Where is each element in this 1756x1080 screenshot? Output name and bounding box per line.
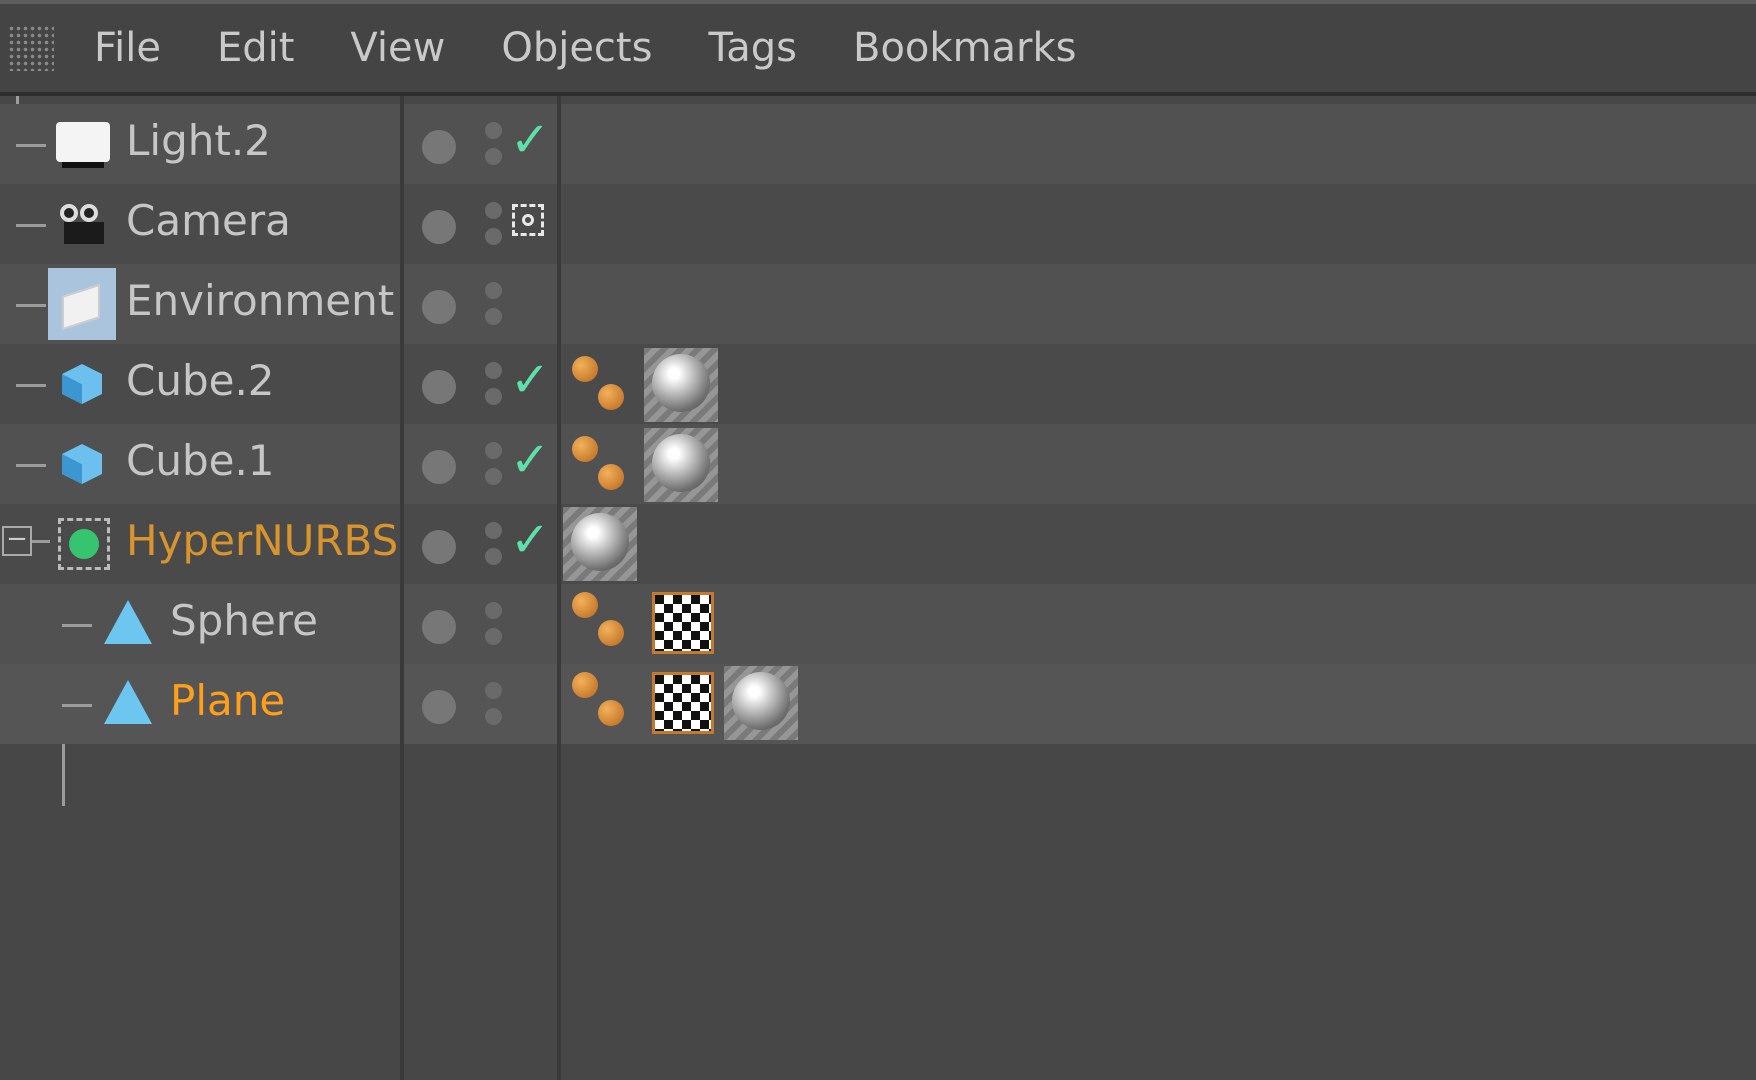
render-visibility-dot[interactable] [422,530,456,564]
object-name[interactable]: Sphere [170,596,318,645]
tree-branch [16,384,46,387]
tree-branch [16,224,46,227]
render-visibility-small-dot[interactable] [485,548,502,565]
phong-tag-icon[interactable] [572,356,628,416]
render-visibility-dot[interactable] [422,450,456,484]
render-visibility-dot[interactable] [422,130,456,164]
object-row-light[interactable]: Light.2 ✓ [0,104,1756,184]
editor-visibility-dot[interactable] [485,202,502,219]
enabled-check-icon[interactable]: ✓ [510,352,550,408]
render-visibility-small-dot[interactable] [485,628,502,645]
column-divider[interactable] [400,96,404,1080]
enabled-check-icon[interactable]: ✓ [510,112,550,168]
object-name[interactable]: HyperNURBS [126,516,398,565]
menu-objects[interactable]: Objects [501,25,652,71]
render-visibility-small-dot[interactable] [485,708,502,725]
render-visibility-small-dot[interactable] [485,308,502,325]
render-visibility-dot[interactable] [422,610,456,644]
phong-tag-icon[interactable] [572,672,628,732]
phong-tag-icon[interactable] [572,592,628,652]
render-visibility-dot[interactable] [422,690,456,724]
uvw-tag-icon[interactable] [652,672,714,734]
editor-visibility-dot[interactable] [485,522,502,539]
render-visibility-dot[interactable] [422,210,456,244]
light-icon [56,122,110,162]
object-name[interactable]: Camera [126,196,291,245]
object-row-hypernurbs[interactable]: − HyperNURBS ✓ [0,504,1756,584]
sphere-primitive-icon [104,600,152,644]
hypernurbs-icon [58,518,110,570]
tree-branch [32,540,50,543]
menu-tags[interactable]: Tags [708,25,797,71]
tree-branch [16,304,46,307]
editor-visibility-dot[interactable] [485,442,502,459]
editor-visibility-dot[interactable] [485,362,502,379]
cube-icon [62,364,102,404]
object-name[interactable]: Cube.1 [126,436,275,485]
menu-file[interactable]: File [94,25,161,71]
menu-edit[interactable]: Edit [217,25,294,71]
camera-icon [60,204,110,248]
phong-tag-icon[interactable] [572,436,628,496]
enabled-check-icon[interactable]: ✓ [510,432,550,488]
object-row-camera[interactable]: Camera [0,184,1756,264]
uvw-tag-icon[interactable] [652,592,714,654]
editor-visibility-dot[interactable] [485,282,502,299]
render-visibility-small-dot[interactable] [485,148,502,165]
material-tag-icon[interactable] [644,428,718,502]
render-visibility-small-dot[interactable] [485,468,502,485]
render-visibility-small-dot[interactable] [485,388,502,405]
editor-visibility-dot[interactable] [485,682,502,699]
material-tag-icon[interactable] [563,507,637,581]
object-row-cube-1[interactable]: Cube.1 ✓ [0,424,1756,504]
collapse-toggle-icon[interactable]: − [2,526,32,556]
render-visibility-small-dot[interactable] [485,228,502,245]
camera-target-icon[interactable] [512,204,544,236]
environment-icon [48,268,116,340]
render-visibility-dot[interactable] [422,370,456,404]
render-visibility-dot[interactable] [422,290,456,324]
cube-icon [62,444,102,484]
plane-primitive-icon [104,680,152,724]
editor-visibility-dot[interactable] [485,602,502,619]
object-name[interactable]: Plane [170,676,285,725]
object-row-plane[interactable]: Plane [0,664,1756,744]
object-manager-list: Light.2 ✓ Camera Environment Cube.2 ✓ Cu… [0,96,1756,1080]
object-name[interactable]: Light.2 [126,116,271,165]
panel-grip-icon[interactable] [8,25,54,71]
tree-branch [62,624,92,627]
tree-branch [16,464,46,467]
enabled-check-icon[interactable]: ✓ [510,512,550,568]
material-tag-icon[interactable] [644,348,718,422]
object-row-environment[interactable]: Environment [0,264,1756,344]
object-name[interactable]: Cube.2 [126,356,275,405]
menu-bookmarks[interactable]: Bookmarks [853,25,1076,71]
editor-visibility-dot[interactable] [485,122,502,139]
object-row-sphere[interactable]: Sphere [0,584,1756,664]
column-divider[interactable] [557,96,561,1080]
menu-bar: File Edit View Objects Tags Bookmarks [0,4,1756,96]
object-row-cube-2[interactable]: Cube.2 ✓ [0,344,1756,424]
tree-branch [62,704,92,707]
material-tag-icon[interactable] [724,666,798,740]
object-name[interactable]: Environment [126,276,394,325]
menu-view[interactable]: View [350,25,445,71]
tree-branch [16,144,46,147]
